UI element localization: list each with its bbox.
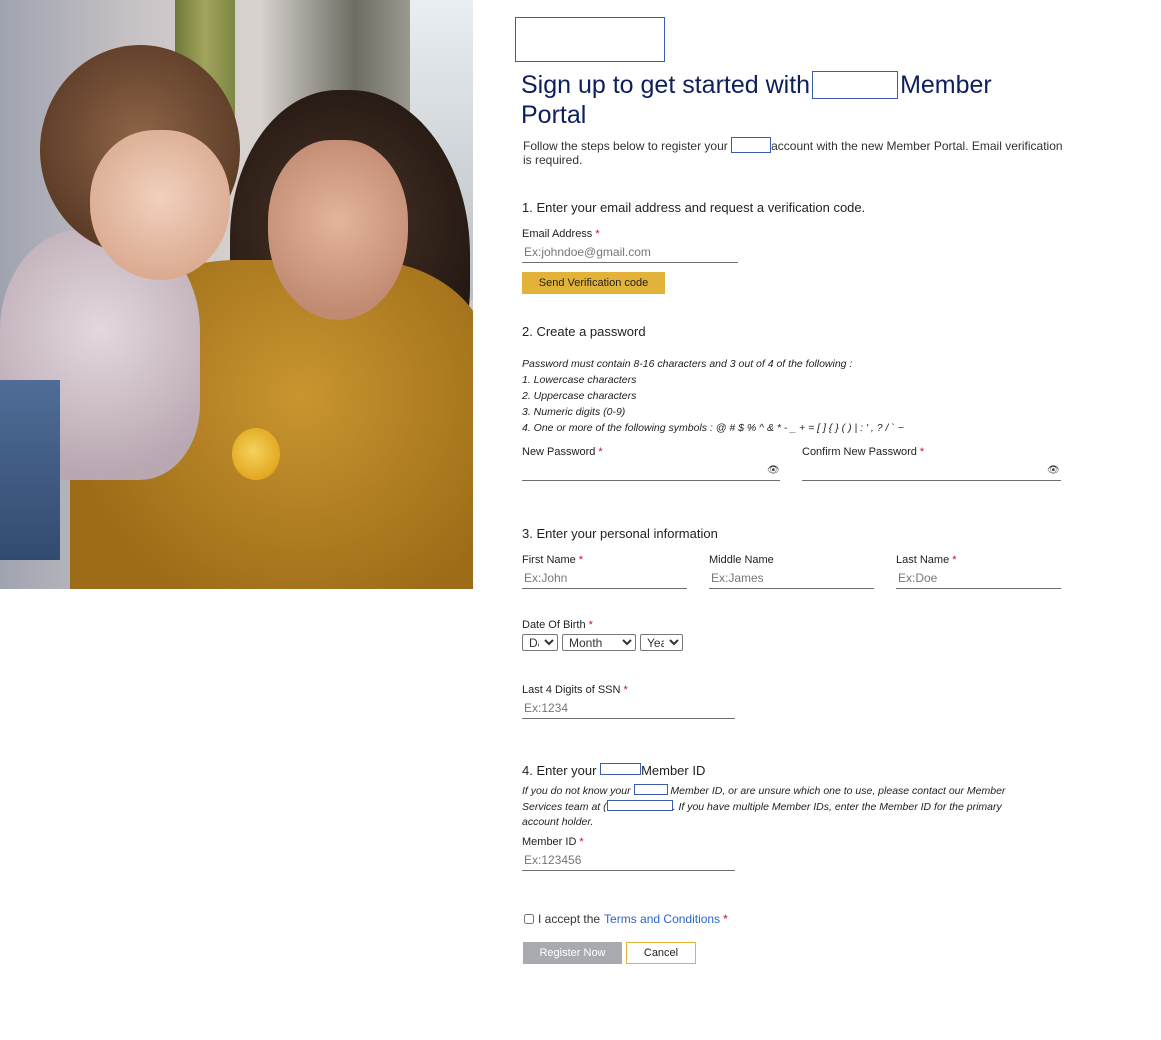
dob-year-select[interactable]: Year	[640, 634, 683, 651]
new-password-label-text: New Password	[522, 446, 596, 458]
required-mark: *	[598, 446, 603, 458]
page-title-part1: Sign up to get started with	[521, 71, 811, 99]
last-name-input[interactable]	[896, 567, 1061, 589]
step4-heading-part2: Member ID	[641, 763, 706, 778]
show-confirm-password-eye-icon[interactable]: 👁	[1047, 465, 1060, 476]
hero-photo	[0, 0, 473, 589]
confirm-password-label-text: Confirm New Password	[802, 446, 917, 458]
brand-name-placeholder	[812, 71, 899, 99]
middle-name-label: Middle Name	[709, 554, 774, 566]
ssn-input[interactable]	[522, 697, 735, 719]
first-name-label: First Name *	[522, 554, 583, 566]
terms-acceptance: I accept the Terms and Conditions *	[524, 912, 728, 926]
step4-heading: 4. Enter your Member ID	[522, 763, 705, 778]
required-mark: *	[595, 228, 600, 240]
brand-name-placeholder	[600, 763, 642, 775]
first-name-input[interactable]	[522, 567, 687, 589]
required-mark: *	[723, 912, 728, 926]
first-name-label-text: First Name	[522, 554, 576, 566]
logo-placeholder	[515, 17, 665, 62]
ssn-label-text: Last 4 Digits of SSN	[522, 684, 621, 696]
member-note-part1: If you do not know your	[522, 785, 631, 797]
terms-and-conditions-link[interactable]: Terms and Conditions	[604, 912, 720, 926]
step1-heading: 1. Enter your email address and request …	[522, 200, 866, 215]
required-mark: *	[578, 554, 584, 566]
password-rule: Password must contain 8-16 characters an…	[522, 358, 853, 370]
password-rules: Password must contain 8-16 characters an…	[522, 356, 904, 436]
member-id-help-text: If you do not know your Member ID, or ar…	[522, 784, 1022, 831]
new-password-input[interactable]	[522, 459, 780, 481]
terms-checkbox[interactable]	[524, 914, 534, 924]
member-id-label-text: Member ID	[522, 836, 577, 848]
email-input[interactable]	[522, 241, 738, 263]
terms-text: I accept the	[538, 912, 601, 926]
ssn-label: Last 4 Digits of SSN *	[522, 684, 628, 696]
step2-heading: 2. Create a password	[522, 324, 646, 339]
page-title: Sign up to get started with Member Portal	[521, 70, 1021, 130]
required-mark: *	[919, 446, 925, 458]
member-id-input[interactable]	[522, 849, 735, 871]
cancel-button[interactable]: Cancel	[626, 942, 696, 964]
phone-number-placeholder	[606, 799, 673, 811]
new-password-label: New Password *	[522, 446, 603, 458]
register-now-button[interactable]: Register Now	[523, 942, 622, 964]
dob-month-select[interactable]: Month	[562, 634, 636, 651]
password-rule: 2. Uppercase characters	[522, 390, 637, 402]
step3-heading: 3. Enter your personal information	[522, 526, 718, 541]
member-id-label: Member ID *	[522, 836, 584, 848]
required-mark: *	[623, 684, 628, 696]
photo-mother-face	[268, 140, 408, 320]
subtitle-part1: Follow the steps below to register your	[523, 139, 728, 153]
step4-heading-part1: 4. Enter your	[522, 763, 597, 778]
required-mark: *	[579, 836, 584, 848]
photo-toy	[232, 428, 280, 480]
photo-child-jeans	[0, 380, 60, 560]
confirm-password-input[interactable]	[802, 459, 1061, 481]
send-verification-code-button[interactable]: Send Verification code	[522, 272, 665, 294]
brand-name-placeholder	[731, 137, 772, 153]
required-mark: *	[588, 619, 593, 631]
confirm-password-label: Confirm New Password *	[802, 446, 924, 458]
email-label: Email Address *	[522, 228, 600, 240]
last-name-label-text: Last Name	[896, 554, 950, 566]
password-rule: 4. One or more of the following symbols …	[522, 422, 904, 434]
show-password-eye-icon[interactable]: 👁	[767, 465, 780, 476]
last-name-label: Last Name *	[896, 554, 956, 566]
brand-name-placeholder	[633, 784, 668, 795]
middle-name-input[interactable]	[709, 567, 874, 589]
photo-child-face	[90, 130, 230, 280]
password-rule: 3. Numeric digits (0-9)	[522, 406, 626, 418]
dob-label-text: Date Of Birth	[522, 619, 586, 631]
password-rule: 1. Lowercase characters	[522, 374, 637, 386]
dob-day-select[interactable]: Day	[522, 634, 558, 651]
required-mark: *	[952, 554, 957, 566]
email-label-text: Email Address	[522, 228, 593, 240]
dob-label: Date Of Birth *	[522, 619, 593, 631]
page-subtitle: Follow the steps below to register your …	[523, 137, 1063, 167]
